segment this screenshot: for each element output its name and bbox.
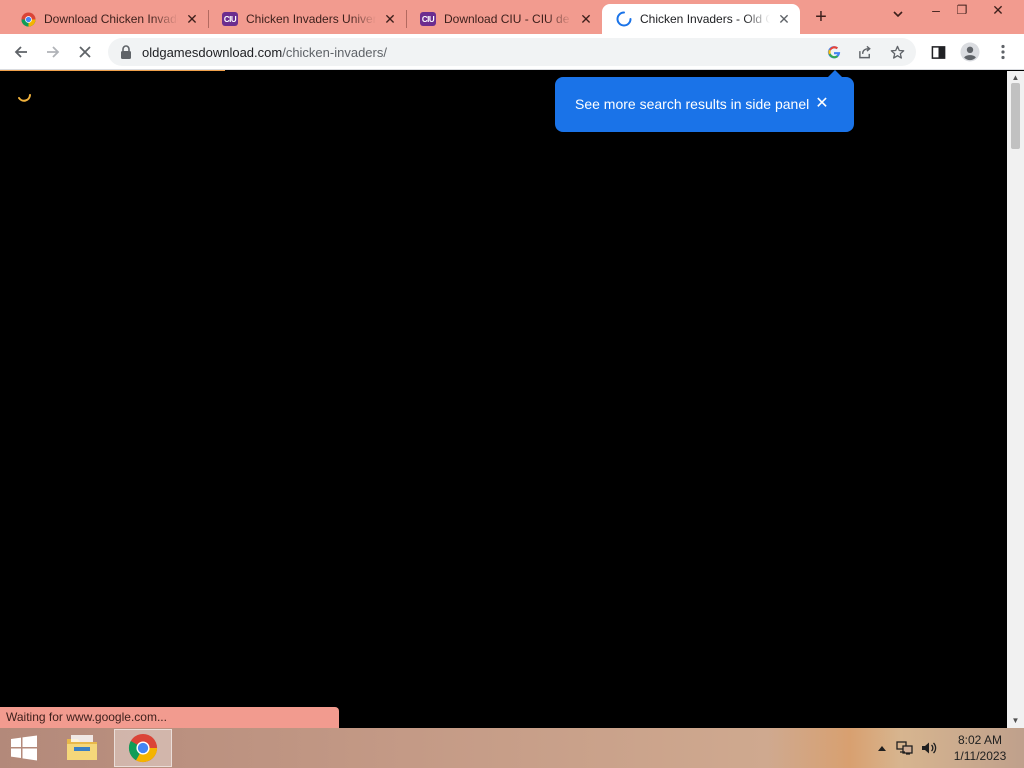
forward-button[interactable]: [40, 40, 66, 64]
arrow-right-icon: [47, 46, 60, 58]
share-icon[interactable]: [854, 42, 876, 62]
side-panel-button[interactable]: [925, 40, 951, 64]
vertical-scrollbar[interactable]: ▲ ▼: [1007, 71, 1024, 728]
stop-loading-button[interactable]: [72, 40, 98, 64]
loading-spinner-icon: [616, 11, 632, 27]
tab-strip: Download Chicken Invaders ✕ CIU Chicken …: [0, 0, 1024, 34]
avatar-icon: [960, 42, 980, 62]
back-button[interactable]: [8, 40, 34, 64]
file-explorer-icon: [67, 735, 97, 760]
tab-title: Chicken Invaders - Old G: [640, 12, 770, 26]
ciu-icon: CIU: [420, 11, 436, 27]
taskbar-chrome[interactable]: [114, 729, 172, 767]
tab-title: Download CIU - CIU de: [444, 12, 570, 26]
tab-title: Chicken Invaders Universe: [246, 12, 376, 26]
scroll-down-arrow-icon[interactable]: ▼: [1007, 714, 1024, 728]
url-path: /chicken-invaders/: [282, 45, 387, 60]
taskbar-clock[interactable]: 8:02 AM 1/11/2023: [944, 732, 1016, 764]
url-text[interactable]: oldgamesdownload.com/chicken-invaders/: [142, 45, 387, 60]
url-domain: oldgamesdownload.com: [142, 45, 283, 60]
tab-chicken-invaders-old-games[interactable]: Chicken Invaders - Old G ✕: [602, 4, 800, 34]
show-hidden-icons[interactable]: [873, 740, 891, 756]
tab-search-button[interactable]: [888, 8, 908, 28]
tab-close-icon[interactable]: ✕: [776, 11, 792, 27]
ciu-icon: CIU: [222, 11, 238, 27]
start-button[interactable]: [0, 728, 48, 768]
ciu-icon-text: CIU: [222, 12, 238, 26]
clock-time: 8:02 AM: [957, 733, 1003, 747]
lock-icon[interactable]: [120, 45, 132, 62]
chevron-up-icon: [878, 746, 886, 751]
tab-download-chicken-invaders[interactable]: Download Chicken Invaders ✕: [6, 4, 208, 34]
menu-button[interactable]: [990, 40, 1016, 64]
profile-button[interactable]: [957, 40, 983, 64]
tab-download-ciu[interactable]: CIU Download CIU - CIU de ✕: [406, 4, 602, 34]
clock-date: 1/11/2023: [953, 749, 1007, 763]
tab-close-icon[interactable]: ✕: [184, 11, 200, 27]
bubble-message: See more search results in side panel: [575, 96, 810, 112]
side-panel-promo-bubble: See more search results in side panel ✕: [555, 70, 854, 132]
ciu-icon-text: CIU: [420, 12, 436, 26]
close-window-button[interactable]: ✕: [981, 0, 1015, 22]
new-tab-button[interactable]: +: [809, 6, 833, 30]
close-icon: [79, 46, 91, 58]
chevron-down-icon: [893, 11, 903, 18]
page-content: [0, 71, 1007, 728]
bubble-close-icon[interactable]: ✕: [813, 95, 831, 113]
star-bookmark-icon[interactable]: [886, 42, 908, 62]
chrome-icon: [20, 11, 36, 27]
network-icon[interactable]: [896, 740, 914, 756]
windows-taskbar: 8:02 AM 1/11/2023: [0, 728, 1024, 768]
tab-chicken-invaders-universe[interactable]: CIU Chicken Invaders Universe ✕: [208, 4, 406, 34]
tab-title: Download Chicken Invaders: [44, 12, 178, 26]
arrow-left-icon: [14, 46, 27, 58]
chrome-icon: [128, 733, 158, 763]
side-panel-icon: [931, 45, 945, 59]
tab-close-icon[interactable]: ✕: [382, 11, 398, 27]
restore-button[interactable]: ❐: [945, 0, 979, 22]
scrollbar-thumb[interactable]: [1011, 83, 1020, 149]
address-bar[interactable]: oldgamesdownload.com/chicken-invaders/: [108, 38, 916, 66]
tab-close-icon[interactable]: ✕: [578, 11, 594, 27]
taskbar-file-explorer[interactable]: [53, 729, 111, 767]
google-lens-icon[interactable]: [823, 42, 845, 62]
windows-logo-icon: [11, 735, 37, 761]
browser-toolbar: oldgamesdownload.com/chicken-invaders/: [0, 34, 1024, 70]
more-vertical-icon: [1001, 44, 1005, 60]
volume-icon[interactable]: [920, 740, 938, 756]
loading-spinner-icon: [18, 94, 31, 102]
status-bar: Waiting for www.google.com...: [0, 707, 339, 728]
